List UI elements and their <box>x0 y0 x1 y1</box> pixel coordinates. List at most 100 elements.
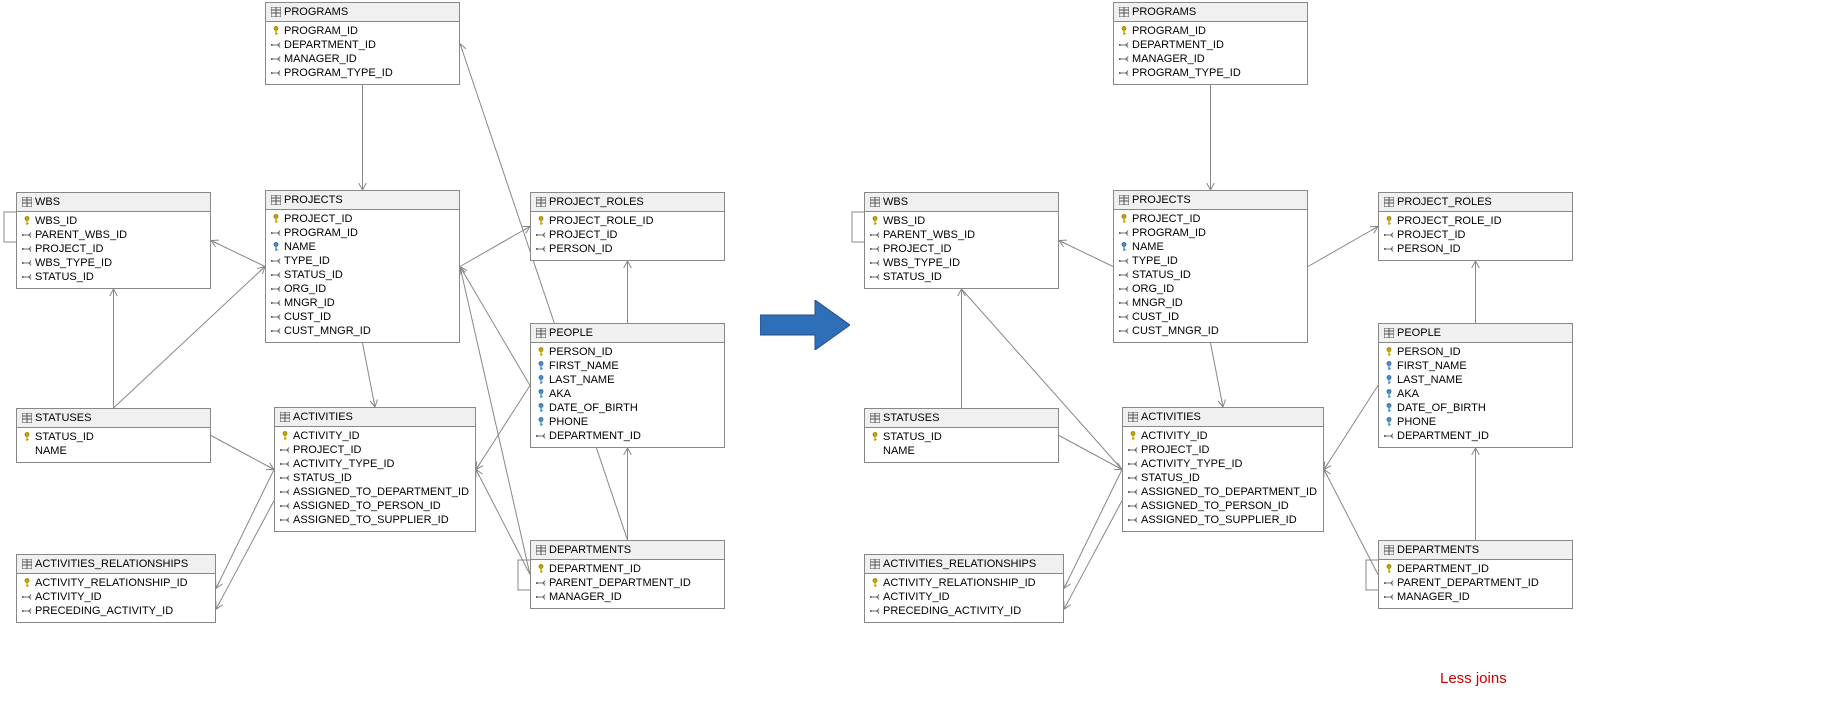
column-name: MANAGER_ID <box>284 53 357 65</box>
entity-body: PROJECT_ROLE_IDPROJECT_IDPERSON_ID <box>531 212 724 260</box>
column-name: STATUS_ID <box>284 269 343 281</box>
fk-icon <box>271 256 281 266</box>
column-name: CUST_ID <box>1132 311 1179 323</box>
column: DEPARTMENT_ID <box>536 429 719 443</box>
entity-header: WBS <box>17 193 210 212</box>
column: NAME <box>870 444 1053 458</box>
column: PROGRAM_ID <box>1119 226 1302 240</box>
entity-name: PROJECTS <box>1132 194 1191 206</box>
column-name: TYPE_ID <box>284 255 330 267</box>
column: AKA <box>536 387 719 401</box>
table-icon <box>536 328 546 338</box>
fk-icon <box>1384 230 1394 240</box>
column: PERSON_ID <box>1384 242 1567 256</box>
column: CUST_ID <box>1119 310 1302 324</box>
column: ACTIVITY_ID <box>22 590 210 604</box>
column: MANAGER_ID <box>1384 590 1567 604</box>
column-name: PROJECT_ID <box>1397 229 1465 241</box>
idx-icon <box>536 361 546 371</box>
column-name: MANAGER_ID <box>549 591 622 603</box>
fk-icon <box>22 230 32 240</box>
column-name: STATUS_ID <box>35 431 94 443</box>
pk-icon <box>22 578 32 588</box>
entity-header: ACTIVITIES <box>275 408 475 427</box>
fk-icon <box>536 230 546 240</box>
entity-body: PROJECT_IDPROGRAM_IDNAMETYPE_IDSTATUS_ID… <box>266 210 459 342</box>
entity-header: STATUSES <box>865 409 1058 428</box>
column: NAME <box>22 444 205 458</box>
idx-icon <box>1119 242 1129 252</box>
pk-icon <box>870 578 880 588</box>
entity-activities_relationships: ACTIVITIES_RELATIONSHIPSACTIVITY_RELATIO… <box>864 554 1064 623</box>
column: NAME <box>271 240 454 254</box>
column: ACTIVITY_TYPE_ID <box>280 457 470 471</box>
fk-icon <box>271 54 281 64</box>
column: STATUS_ID <box>280 471 470 485</box>
fk-icon <box>280 501 290 511</box>
column: ASSIGNED_TO_PERSON_ID <box>1128 499 1318 513</box>
table-icon <box>1384 197 1394 207</box>
column: STATUS_ID <box>1128 471 1318 485</box>
column: PROGRAM_ID <box>271 24 454 38</box>
fk-icon <box>22 244 32 254</box>
fk-icon <box>1384 592 1394 602</box>
column-name: DEPARTMENT_ID <box>284 39 376 51</box>
pk-icon <box>1128 431 1138 441</box>
column-name: ACTIVITY_TYPE_ID <box>293 458 394 470</box>
column-name: PARENT_DEPARTMENT_ID <box>549 577 691 589</box>
entity-wbs: WBS WBS_IDPARENT_WBS_IDPROJECT_IDWBS_TYPE… <box>16 192 211 289</box>
column-name: TYPE_ID <box>1132 255 1178 267</box>
entity-header: PROGRAMS <box>1114 3 1307 22</box>
entity-projects: PROJECTSPROJECT_IDPROGRAM_IDNAMETYPE_IDS… <box>1113 190 1308 343</box>
entity-name: DEPARTMENTS <box>1397 544 1479 556</box>
column: PROJECT_ID <box>22 242 205 256</box>
column-name: ORG_ID <box>1132 283 1174 295</box>
column-name: STATUS_ID <box>883 431 942 443</box>
column: CUST_MNGR_ID <box>1119 324 1302 338</box>
column-name: MANAGER_ID <box>1397 591 1470 603</box>
pk-icon <box>22 432 32 442</box>
column: PARENT_WBS_ID <box>870 228 1053 242</box>
entity-header: PROJECTS <box>1114 191 1307 210</box>
pk-icon <box>1384 347 1394 357</box>
column-name: STATUS_ID <box>1141 472 1200 484</box>
entity-statuses: STATUSESSTATUS_IDNAME <box>16 408 211 463</box>
column: PROJECT_ROLE_ID <box>1384 214 1567 228</box>
column-name: PARENT_DEPARTMENT_ID <box>1397 577 1539 589</box>
column-name: PERSON_ID <box>549 346 613 358</box>
idx-icon <box>536 417 546 427</box>
column: DEPARTMENT_ID <box>271 38 454 52</box>
pk-icon <box>1119 26 1129 36</box>
column: WBS_ID <box>22 214 205 228</box>
fk-icon <box>1119 326 1129 336</box>
column: PROJECT_ID <box>271 212 454 226</box>
entity-header: PEOPLE <box>531 324 724 343</box>
column: TYPE_ID <box>1119 254 1302 268</box>
column: CUST_MNGR_ID <box>271 324 454 338</box>
column-name: PERSON_ID <box>1397 243 1461 255</box>
column: PROJECT_ID <box>1384 228 1567 242</box>
idx-icon <box>1384 375 1394 385</box>
column: FIRST_NAME <box>536 359 719 373</box>
fk-icon <box>870 258 880 268</box>
fk-icon <box>1119 284 1129 294</box>
column-name: MANAGER_ID <box>1132 53 1205 65</box>
column-name: PARENT_WBS_ID <box>35 229 127 241</box>
entity-body: DEPARTMENT_IDPARENT_DEPARTMENT_IDMANAGER… <box>531 560 724 608</box>
column-name: ORG_ID <box>284 283 326 295</box>
column-name: WBS_TYPE_ID <box>35 257 112 269</box>
entity-name: PEOPLE <box>549 327 593 339</box>
column: STATUS_ID <box>22 270 205 284</box>
fk-icon <box>1119 54 1129 64</box>
column: MANAGER_ID <box>1119 52 1302 66</box>
column-name: ASSIGNED_TO_SUPPLIER_ID <box>293 514 449 526</box>
column-name: MNGR_ID <box>284 297 335 309</box>
column-name: STATUS_ID <box>1132 269 1191 281</box>
column-name: CUST_MNGR_ID <box>284 325 371 337</box>
column-name: DEPARTMENT_ID <box>549 430 641 442</box>
note-less-joins: Less joins <box>1440 670 1507 687</box>
entity-body: PROJECT_ROLE_IDPROJECT_ID PERSON_ID <box>1379 212 1572 260</box>
column: DEPARTMENT_ID <box>1384 562 1567 576</box>
column: PERSON_ID <box>536 345 719 359</box>
column: DATE_OF_BIRTH <box>1384 401 1567 415</box>
